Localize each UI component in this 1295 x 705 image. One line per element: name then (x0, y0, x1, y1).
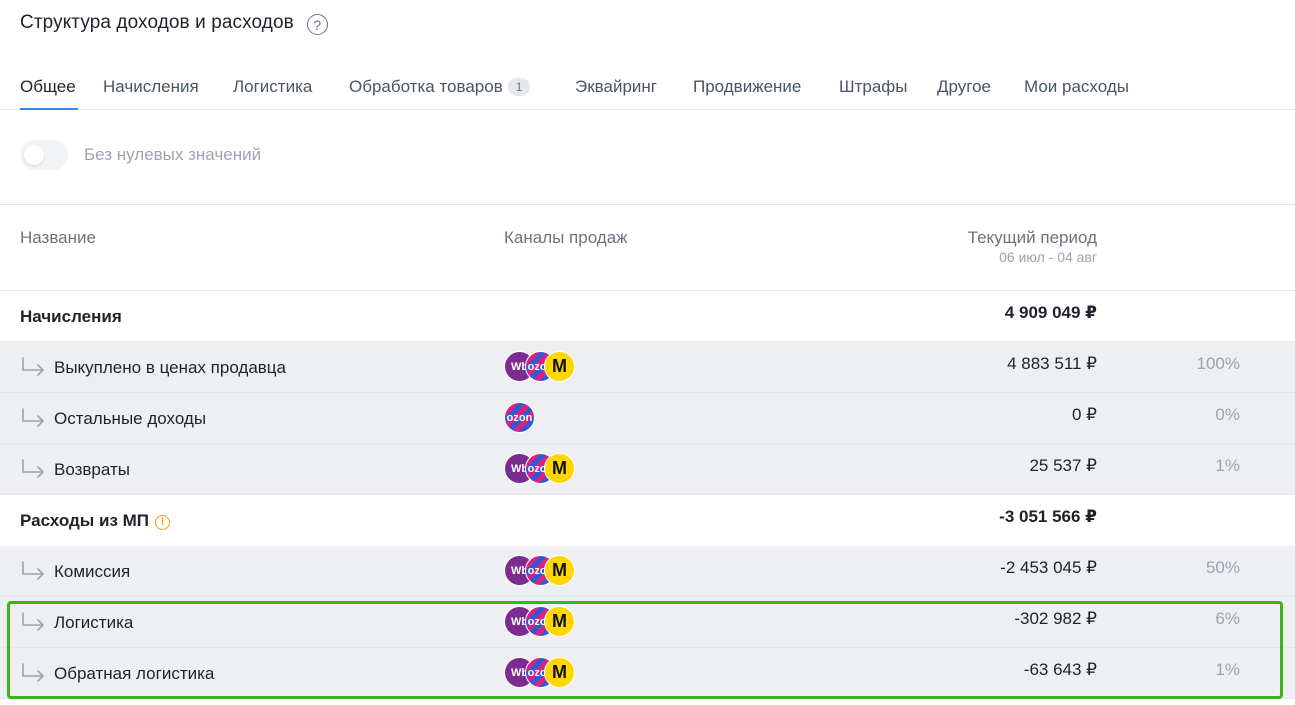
ym-logo-icon: M (544, 351, 575, 382)
sub-arrow-icon (22, 561, 44, 580)
sub-arrow-icon (22, 612, 44, 631)
row-name: Логистика (54, 613, 134, 632)
tab-acquiring[interactable]: Эквайринг (575, 77, 657, 97)
row-percent: 50% (1205, 558, 1240, 577)
ym-logo-icon: M (544, 606, 575, 637)
tab-accruals[interactable]: Начисления (103, 77, 199, 97)
table-row[interactable]: Обратная логистика Wb ozon M -63 643 ₽ 1% (0, 648, 1295, 699)
row-name: Выкуплено в ценах продавца (54, 358, 286, 377)
row-name: Возвраты (54, 460, 130, 479)
row-percent: 100% (1196, 354, 1240, 373)
row-percent: 6% (1215, 609, 1240, 628)
row-name: Остальные доходы (54, 409, 207, 428)
column-header-period: Текущий период (967, 228, 1097, 247)
row-value: 4 909 049 ₽ (1004, 303, 1097, 322)
toggle-knob (24, 145, 44, 165)
table-row[interactable]: Остальные доходы ozon 0 ₽ 0% (0, 393, 1295, 444)
row-value: -3 051 566 ₽ (999, 507, 1097, 526)
help-icon[interactable]: ? (306, 14, 328, 35)
sub-arrow-icon (22, 459, 44, 478)
sales-channels: Wb ozon M (504, 351, 584, 383)
table-group-row[interactable]: Расходы из МП! -3 051 566 ₽ (0, 495, 1295, 547)
tab-my-expenses[interactable]: Мои расходы (1024, 77, 1129, 97)
sales-channels: ozon (504, 402, 584, 434)
row-value: -2 453 045 ₽ (1000, 558, 1097, 577)
table-row[interactable]: Логистика Wb ozon M -302 982 ₽ 6% (0, 597, 1295, 648)
ozon-logo-icon: ozon (504, 402, 535, 433)
table-row[interactable]: Выкуплено в ценах продавца Wb ozon M 4 883 5… (0, 342, 1295, 393)
table-row[interactable]: Комиссия Wb ozon M -2 453 045 ₽ 50% (0, 546, 1295, 597)
sales-channels: Wb ozon M (504, 606, 584, 638)
column-header-name: Название (20, 228, 96, 247)
ym-logo-icon: M (544, 657, 575, 688)
row-value: -302 982 ₽ (1014, 609, 1097, 628)
tab-badge: 1 (507, 78, 531, 96)
tab-promotion[interactable]: Продвижение (693, 77, 801, 97)
row-name: Комиссия (54, 562, 131, 581)
tab-other[interactable]: Другое (937, 77, 991, 97)
row-name: Обратная логистика (54, 664, 215, 683)
sub-arrow-icon (22, 663, 44, 682)
tab-bar: Общее Начисления Логистика Обработка тов… (0, 66, 1295, 110)
page-header: Структура доходов и расходов ? (20, 10, 328, 35)
table-row[interactable]: Возвраты Wb ozon M 25 537 ₽ 1% (0, 444, 1295, 495)
row-value: 0 ₽ (1072, 405, 1097, 424)
row-percent: 1% (1215, 660, 1240, 679)
sales-channels: Wb ozon M (504, 453, 584, 485)
column-header-period-range: 06 июл - 04 авг (999, 249, 1097, 265)
row-value: -63 643 ₽ (1023, 660, 1097, 679)
tab-fines[interactable]: Штрафы (839, 77, 907, 97)
warning-icon[interactable]: ! (155, 514, 171, 530)
sub-arrow-icon (22, 408, 44, 427)
toggle-label: Без нулевых значений (84, 145, 262, 164)
row-percent: 0% (1215, 405, 1240, 424)
tab-logistics[interactable]: Логистика (233, 77, 312, 97)
tab-goods-processing[interactable]: Обработка товаров 1 (349, 77, 531, 97)
page-title: Структура доходов и расходов (20, 11, 294, 33)
divider (0, 204, 1295, 205)
ym-logo-icon: M (544, 453, 575, 484)
zero-values-toggle[interactable] (20, 140, 68, 170)
sales-channels: Wb ozon M (504, 657, 584, 689)
zero-values-filter: Без нулевых значений (20, 140, 261, 170)
active-tab-indicator (20, 108, 78, 110)
ym-logo-icon: M (544, 555, 575, 586)
row-percent: 1% (1215, 456, 1240, 475)
tab-general[interactable]: Общее (20, 77, 76, 97)
sales-channels: Wb ozon M (504, 555, 584, 587)
row-value: 25 537 ₽ (1029, 456, 1097, 475)
row-value: 4 883 511 ₽ (1007, 354, 1097, 373)
row-name: Начисления (20, 307, 122, 326)
column-header-channels: Каналы продаж (504, 228, 628, 247)
table-group-row[interactable]: Начисления 4 909 049 ₽ (0, 291, 1295, 342)
sub-arrow-icon (22, 357, 44, 376)
row-name-wrap: Расходы из МП! (20, 511, 171, 531)
row-name: Расходы из МП (20, 511, 150, 530)
